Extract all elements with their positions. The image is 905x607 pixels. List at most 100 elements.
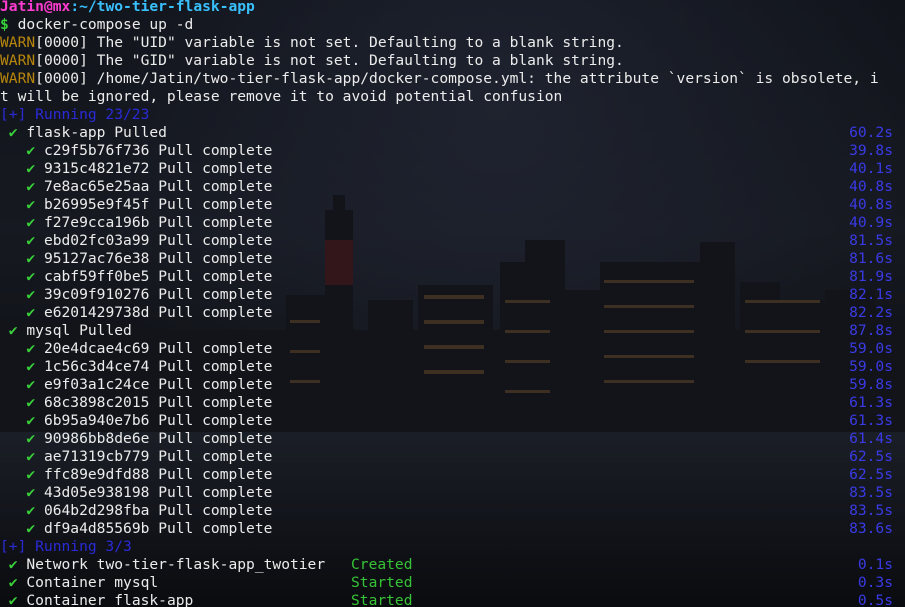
layer-line: ✔ 39c09f910276 Pull complete 82.1s: [0, 286, 905, 304]
layer-status: Pull complete: [158, 250, 273, 267]
warning-line: WARN[0000] /home/Jatin/two-tier-flask-ap…: [0, 70, 905, 88]
layer-line: ✔ 68c3898c2015 Pull complete 61.3s: [0, 394, 905, 412]
check-icon: ✔: [26, 340, 36, 357]
layer-status: Pull complete: [158, 412, 273, 429]
elapsed-time: 40.1s: [849, 160, 893, 177]
layer-line: ✔ 9315c4821e72 Pull complete 40.1s: [0, 160, 905, 178]
service-name: mysql Pulled: [26, 322, 132, 339]
service-line: ✔ flask-app Pulled 60.2s: [0, 124, 905, 142]
layer-line: ✔ 064b2d298fba Pull complete 83.5s: [0, 502, 905, 520]
layer-status: Pull complete: [158, 430, 273, 447]
check-icon: ✔: [26, 412, 36, 429]
layer-line: ✔ 20e4dcae4c69 Pull complete 59.0s: [0, 340, 905, 358]
resource-status: Started: [351, 574, 413, 591]
check-icon: ✔: [26, 520, 36, 537]
layer-status: Pull complete: [158, 196, 273, 213]
check-icon: ✔: [26, 268, 36, 285]
layer-id: cabf59ff0be5: [43, 268, 150, 285]
layer-status: Pull complete: [158, 376, 273, 393]
prompt-at: @: [43, 0, 53, 15]
check-icon: ✔: [26, 502, 36, 519]
elapsed-time: 59.8s: [849, 376, 893, 393]
elapsed-time: 82.1s: [849, 286, 893, 303]
resource-status: Created: [351, 556, 413, 573]
check-icon: ✔: [26, 448, 36, 465]
layer-id: ffc89e9dfd88: [43, 466, 150, 483]
layer-status: Pull complete: [158, 268, 273, 285]
elapsed-time: 60.2s: [849, 124, 893, 141]
elapsed-time: 61.3s: [849, 412, 893, 429]
layer-status: Pull complete: [158, 214, 273, 231]
check-icon: ✔: [26, 142, 36, 159]
layer-id: b26995e9f45f: [43, 196, 150, 213]
elapsed-time: 0.5s: [857, 592, 893, 607]
running-header: [+] Running 23/23: [0, 106, 905, 124]
layer-line: ✔ e6201429738d Pull complete 82.2s: [0, 304, 905, 322]
layer-line: ✔ ae71319cb779 Pull complete 62.5s: [0, 448, 905, 466]
layer-id: 90986bb8de6e: [43, 430, 150, 447]
layer-id: e9f03a1c24ce: [43, 376, 150, 393]
elapsed-time: 83.5s: [849, 484, 893, 501]
warn-level: WARN: [0, 52, 36, 69]
layer-status: Pull complete: [158, 178, 273, 195]
warn-level: WARN: [0, 70, 36, 87]
warn-text: [0000] The "UID" variable is not set. De…: [35, 34, 624, 51]
layer-status: Pull complete: [158, 160, 273, 177]
elapsed-time: 61.4s: [849, 430, 893, 447]
layer-id: ebd02fc03a99: [43, 232, 150, 249]
elapsed-time: 59.0s: [849, 358, 893, 375]
check-icon: ✔: [8, 322, 18, 339]
layer-line: ✔ 7e8ac65e25aa Pull complete 40.8s: [0, 178, 905, 196]
layer-line: ✔ df9a4d85569b Pull complete 83.6s: [0, 520, 905, 538]
check-icon: ✔: [26, 286, 36, 303]
terminal-output: Jatin@mx:~/two-tier-flask-app $ docker-co…: [0, 0, 905, 607]
elapsed-time: 59.0s: [849, 340, 893, 357]
layer-id: c29f5b76f736: [43, 142, 150, 159]
command-text[interactable]: docker-compose up -d: [18, 16, 194, 33]
layer-line: ✔ cabf59ff0be5 Pull complete 81.9s: [0, 268, 905, 286]
check-icon: ✔: [26, 304, 36, 321]
check-icon: ✔: [26, 250, 36, 267]
check-icon: ✔: [26, 178, 36, 195]
layer-id: 064b2d298fba: [43, 502, 150, 519]
layer-status: Pull complete: [158, 340, 273, 357]
check-icon: ✔: [26, 394, 36, 411]
layer-status: Pull complete: [158, 304, 273, 321]
layer-line: ✔ 43d05e938198 Pull complete 83.5s: [0, 484, 905, 502]
elapsed-time: 81.6s: [849, 250, 893, 267]
layer-id: 1c56c3d4ce74: [43, 358, 150, 375]
layer-line: ✔ e9f03a1c24ce Pull complete 59.8s: [0, 376, 905, 394]
resource-line: ✔ Container flask-app Started 0.5s: [0, 592, 905, 607]
layer-id: 95127ac76e38: [43, 250, 150, 267]
layer-status: Pull complete: [158, 448, 273, 465]
elapsed-time: 83.6s: [849, 520, 893, 537]
layer-id: 39c09f910276: [43, 286, 150, 303]
check-icon: ✔: [26, 232, 36, 249]
resource-name: Network two-tier-flask-app_twotier: [26, 556, 326, 573]
elapsed-time: 62.5s: [849, 448, 893, 465]
warning-line: WARN[0000] The "GID" variable is not set…: [0, 52, 905, 70]
layer-status: Pull complete: [158, 520, 273, 537]
layer-status: Pull complete: [158, 394, 273, 411]
check-icon: ✔: [8, 592, 18, 607]
layer-id: 20e4dcae4c69: [43, 340, 150, 357]
elapsed-time: 40.9s: [849, 214, 893, 231]
layer-id: 6b95a940e7b6: [43, 412, 150, 429]
check-icon: ✔: [26, 484, 36, 501]
layer-line: ✔ ebd02fc03a99 Pull complete 81.5s: [0, 232, 905, 250]
layer-id: ae71319cb779: [43, 448, 150, 465]
prompt-cwd: ~/two-tier-flask-app: [79, 0, 255, 15]
layer-id: f27e9cca196b: [43, 214, 150, 231]
elapsed-time: 61.3s: [849, 394, 893, 411]
resource-line: ✔ Container mysql Started 0.3s: [0, 574, 905, 592]
terminal-window[interactable]: Jatin@mx:~/two-tier-flask-app $ docker-co…: [0, 0, 905, 607]
warn-text: [0000] /home/Jatin/two-tier-flask-app/do…: [35, 70, 879, 87]
layer-status: Pull complete: [158, 142, 273, 159]
elapsed-time: 87.8s: [849, 322, 893, 339]
service-name: flask-app Pulled: [26, 124, 167, 141]
warning-wrap-line: t will be ignored, please remove it to a…: [0, 88, 905, 106]
check-icon: ✔: [26, 376, 36, 393]
layer-status: Pull complete: [158, 466, 273, 483]
check-icon: ✔: [26, 160, 36, 177]
warn-text-wrap: t will be ignored, please remove it to a…: [0, 88, 563, 105]
